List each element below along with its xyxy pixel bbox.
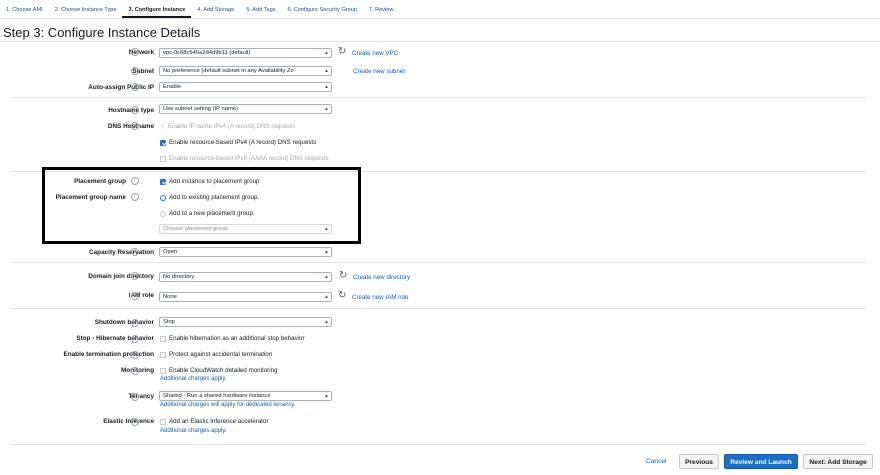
subnet-select[interactable]: No preference (default subnet in any Ava…	[159, 66, 332, 76]
dns-ipv4-name-option: ✓ Enable IP name IPv4 (A record) DNS requ…	[160, 123, 296, 130]
tenancy-info-icon[interactable]: i	[131, 393, 139, 401]
termination-label: Enable termination protection	[63, 351, 154, 358]
select-arrow-icon: ▲︎	[324, 84, 329, 90]
tabs-divider	[0, 18, 880, 19]
dns-resource-ipv4-option[interactable]: Enable resource-based IPv4 (A record) DN…	[160, 139, 316, 146]
checkbox-icon	[160, 155, 166, 162]
public-ip-value: Enable	[163, 84, 182, 90]
footer-divider	[10, 444, 866, 445]
iam-role-select[interactable]: None ▲︎	[159, 292, 332, 302]
subnet-value: No preference (default subnet in any Ava…	[163, 68, 294, 74]
tab-add-tags[interactable]: 5. Add Tags	[240, 3, 281, 18]
select-arrow-icon: ▲︎	[324, 106, 329, 112]
checkbox-icon[interactable]	[160, 418, 166, 425]
checkbox-checked-icon[interactable]	[160, 139, 166, 146]
capacity-reservation-label: Capacity Reservation	[89, 249, 154, 256]
checkbox-icon[interactable]	[160, 351, 166, 358]
tenancy-value: Shared - Run a shared hardware instance	[163, 393, 271, 399]
page-title: Step 3: Configure Instance Details	[3, 25, 201, 40]
hostname-type-value: Use subnet setting (IP name)	[163, 106, 238, 112]
refresh-icon[interactable]: ↻	[338, 291, 346, 301]
create-vpc-link[interactable]: Create new VPC	[352, 50, 398, 57]
tab-add-storage[interactable]: 4. Add Storage	[191, 3, 240, 18]
domain-join-info-icon[interactable]: i	[131, 272, 139, 280]
tenancy-select[interactable]: Shared - Run a shared hardware instance ▲…	[159, 391, 332, 401]
select-arrow-icon: ▲︎	[324, 50, 329, 56]
shutdown-info-icon[interactable]: i	[131, 319, 139, 327]
checkbox-icon[interactable]	[160, 335, 166, 342]
tab-configure-instance[interactable]: 3. Configure Instance	[122, 3, 192, 18]
termination-info-icon[interactable]: i	[131, 351, 139, 359]
review-and-launch-button[interactable]: Review and Launch	[724, 454, 798, 469]
cancel-button[interactable]: Cancel	[646, 454, 667, 469]
iam-role-info-icon[interactable]: i	[131, 292, 139, 300]
refresh-icon[interactable]: ↻	[339, 271, 347, 281]
domain-join-select[interactable]: No directory ▲︎	[159, 272, 332, 282]
create-directory-link[interactable]: Create new directory	[353, 274, 410, 281]
select-arrow-icon: ▲︎	[324, 393, 329, 399]
create-iam-role-link[interactable]: Create new IAM role	[352, 294, 408, 301]
title-divider	[0, 41, 880, 42]
public-ip-select[interactable]: Enable ▲︎	[159, 82, 332, 92]
hostname-type-select[interactable]: Use subnet setting (IP name) ▲︎	[159, 104, 332, 114]
next-add-storage-button[interactable]: Next: Add Storage	[803, 454, 873, 469]
tab-configure-security-group[interactable]: 6. Configure Security Group	[282, 3, 363, 18]
create-subnet-link[interactable]: Create new subnet	[353, 68, 405, 75]
subnet-info-icon[interactable]: i	[131, 67, 139, 75]
monitoring-charges-link[interactable]: Additional charges apply.	[160, 376, 227, 382]
shutdown-value: Stop	[163, 319, 175, 325]
section-divider	[10, 308, 866, 309]
hostname-type-info-icon[interactable]: i	[131, 106, 139, 114]
elastic-inference-charges-link[interactable]: Additional charges apply.	[160, 428, 227, 434]
network-select[interactable]: vpc-0c68c540a2d4d9b11 (default) ▲︎	[159, 48, 332, 58]
monitoring-option[interactable]: Enable CloudWatch detailed monitoring	[160, 367, 277, 374]
domain-join-label: Domain join directory	[88, 273, 154, 280]
wizard-tabs: 1. Choose AMI 2. Choose Instance Type 3.…	[0, 3, 399, 18]
tab-choose-ami[interactable]: 1. Choose AMI	[0, 3, 49, 18]
shutdown-select[interactable]: Stop ▲︎	[159, 317, 332, 327]
select-arrow-icon: ▲︎	[324, 249, 329, 255]
tenancy-charges-link[interactable]: Additional charges will apply for dedica…	[160, 402, 296, 408]
public-ip-info-icon[interactable]: i	[131, 83, 139, 91]
select-arrow-icon: ▲︎	[324, 274, 329, 280]
hibernate-info-icon[interactable]: i	[131, 335, 139, 343]
elastic-inference-label: Elastic Inference	[103, 418, 154, 425]
select-arrow-icon: ▲︎	[324, 68, 329, 74]
select-arrow-icon: ▲︎	[324, 319, 329, 325]
shutdown-label: Shutdown behavior	[94, 319, 154, 326]
select-arrow-icon: ▲︎	[324, 294, 329, 300]
previous-button[interactable]: Previous	[679, 454, 719, 469]
elastic-inference-info-icon[interactable]: i	[131, 418, 139, 426]
dns-hostname-info-icon[interactable]: i	[131, 122, 139, 130]
hibernate-label: Stop - Hibernate behavior	[76, 335, 154, 342]
iam-role-value: None	[163, 294, 177, 300]
dns-resource-ipv6-option: Enable resource-based IPv6 (AAAA record)…	[160, 155, 329, 162]
section-divider	[10, 97, 866, 98]
refresh-icon[interactable]: ↻	[338, 47, 346, 57]
tab-choose-instance-type[interactable]: 2. Choose Instance Type	[49, 3, 123, 18]
termination-option[interactable]: Protect against accidental termination	[160, 351, 272, 358]
tab-review[interactable]: 7. Review	[363, 3, 400, 18]
section-divider	[10, 262, 866, 263]
capacity-reservation-info-icon[interactable]: i	[131, 248, 139, 256]
public-ip-label: Auto-assign Public IP	[88, 84, 154, 91]
monitoring-info-icon[interactable]: i	[131, 367, 139, 375]
elastic-inference-option[interactable]: Add an Elastic Inference accelerator	[160, 418, 268, 425]
capacity-reservation-value: Open	[163, 249, 178, 255]
network-value: vpc-0c68c540a2d4d9b11 (default)	[163, 50, 251, 56]
check-icon: ✓	[160, 124, 166, 130]
checkbox-icon[interactable]	[160, 367, 166, 374]
hibernate-option[interactable]: Enable hibernation as an additional stop…	[160, 335, 305, 342]
network-info-icon[interactable]: i	[131, 48, 139, 56]
highlight-box	[42, 167, 361, 244]
capacity-reservation-select[interactable]: Open ▲︎	[159, 247, 332, 257]
domain-join-value: No directory	[163, 274, 195, 280]
